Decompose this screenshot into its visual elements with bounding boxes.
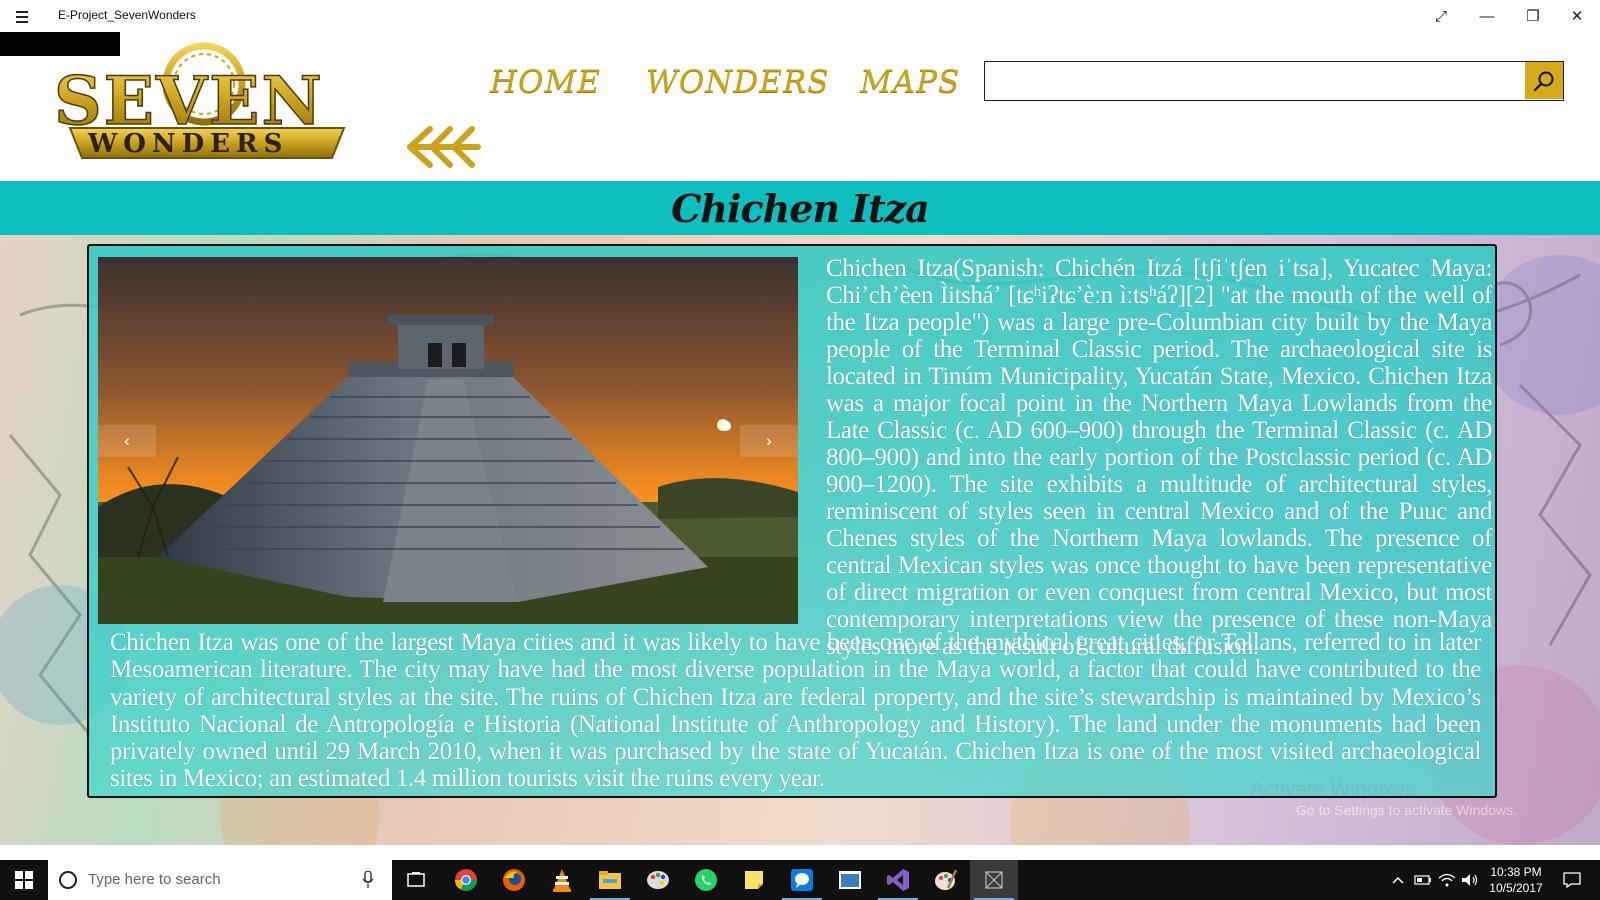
clock-time: 10:38 PM xyxy=(1490,865,1542,879)
seven-wonders-app-icon[interactable] xyxy=(970,860,1018,900)
search-button[interactable] xyxy=(1525,62,1563,99)
volume-icon[interactable] xyxy=(1460,860,1480,900)
close-button[interactable]: ✕ xyxy=(1554,0,1600,32)
hamburger-menu-icon[interactable] xyxy=(10,6,36,26)
activate-windows-title: Activate Windows xyxy=(1250,778,1416,801)
title-bar: E-Project_SevenWonders ⤢ — ❐ ✕ xyxy=(0,0,1600,32)
fullscreen-icon[interactable]: ⤢ xyxy=(1418,0,1464,32)
description-paragraph-2: Chichen Itza was one of the largest Maya… xyxy=(110,629,1481,793)
battery-icon[interactable] xyxy=(1412,860,1434,900)
nav-maps[interactable]: MAPS xyxy=(860,64,960,100)
chichen-itza-pyramid-image xyxy=(98,257,798,624)
back-arrow-icon[interactable] xyxy=(404,124,482,170)
microphone-icon[interactable] xyxy=(362,871,374,889)
vlc-icon[interactable] xyxy=(538,860,586,900)
seven-wonders-logo[interactable]: SEVEN WONDERS xyxy=(52,36,362,164)
paint-icon[interactable] xyxy=(634,860,682,900)
file-explorer-icon[interactable] xyxy=(586,860,634,900)
remote-desktop-icon[interactable] xyxy=(826,860,874,900)
whatsapp-icon[interactable] xyxy=(682,860,730,900)
visual-studio-icon[interactable] xyxy=(874,860,922,900)
search-icon xyxy=(1533,71,1554,91)
search-box xyxy=(984,61,1564,101)
content-panel: ‹ › Chichen Itza(Spanish: Chichén Itzá [… xyxy=(87,244,1497,798)
window-title: E-Project_SevenWonders xyxy=(58,8,196,22)
firefox-icon[interactable] xyxy=(490,860,538,900)
start-button[interactable] xyxy=(0,860,48,900)
cortana-icon xyxy=(59,871,77,889)
image-carousel: ‹ › xyxy=(98,257,798,624)
description-paragraph-1: Chichen Itza(Spanish: Chichén Itzá [tʃiˈ… xyxy=(826,255,1492,660)
page-title: Chichen Itza xyxy=(671,185,930,231)
action-center-icon[interactable] xyxy=(1556,860,1588,900)
wifi-icon[interactable] xyxy=(1436,860,1458,900)
carousel-indicator-dot[interactable] xyxy=(721,421,731,431)
paint-3d-icon[interactable] xyxy=(922,860,970,900)
bottom-strip xyxy=(0,845,1600,860)
clock-date: 10/5/2017 xyxy=(1489,881,1543,895)
logo-wonders-text: WONDERS xyxy=(87,129,288,159)
taskbar: Type here to search 10:38 PM 10/5/2017 xyxy=(0,860,1600,900)
activate-windows-subtitle: Go to Settings to activate Windows. xyxy=(1296,802,1517,818)
taskbar-search-placeholder: Type here to search xyxy=(88,871,221,888)
minimize-button[interactable]: — xyxy=(1464,0,1510,32)
restore-button[interactable]: ❐ xyxy=(1510,0,1556,32)
carousel-prev-button[interactable]: ‹ xyxy=(98,425,156,457)
show-hidden-icons-icon[interactable] xyxy=(1388,860,1408,900)
taskbar-clock[interactable]: 10:38 PM 10/5/2017 xyxy=(1478,864,1554,896)
chrome-icon[interactable] xyxy=(442,860,490,900)
nav-home[interactable]: HOME xyxy=(490,64,601,100)
search-input[interactable] xyxy=(985,62,1523,99)
carousel-next-button[interactable]: › xyxy=(740,425,798,457)
nav-wonders[interactable]: WONDERS xyxy=(646,64,829,100)
messenger-icon[interactable] xyxy=(778,860,826,900)
windows-logo-icon xyxy=(15,871,33,889)
task-view-icon[interactable] xyxy=(392,860,440,900)
sticky-notes-icon[interactable] xyxy=(730,860,778,900)
taskbar-search-box[interactable]: Type here to search xyxy=(48,860,392,900)
